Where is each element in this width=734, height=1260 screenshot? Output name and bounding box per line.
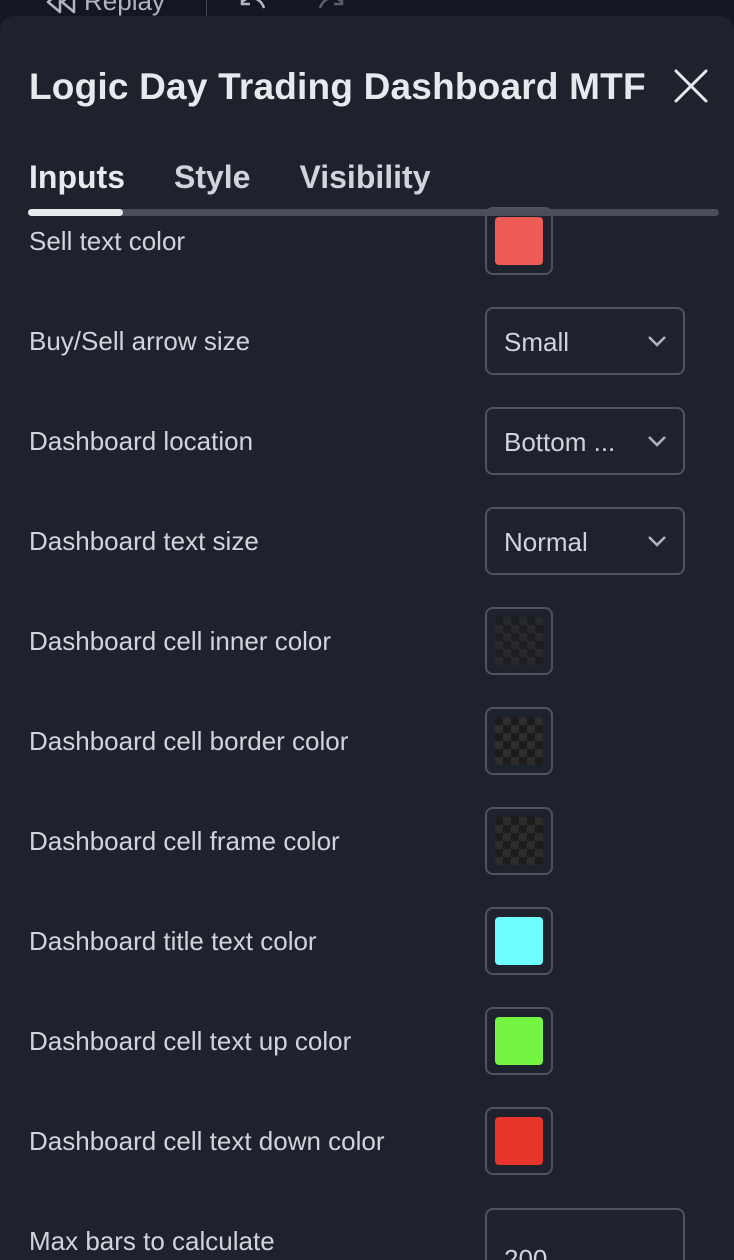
- max-bars-input[interactable]: 200: [485, 1208, 685, 1260]
- title-text-color-label: Dashboard title text color: [29, 926, 317, 956]
- undo-icon[interactable]: [238, 0, 268, 16]
- replay-button[interactable]: Replay: [44, 0, 165, 16]
- input-value: 200: [504, 1244, 548, 1260]
- dashboard-text-size-select[interactable]: Normal: [485, 507, 685, 575]
- color-fill: [495, 217, 543, 265]
- arrow-size-select[interactable]: Small: [485, 307, 685, 375]
- top-toolbar: Replay: [0, 0, 734, 16]
- rewind-icon: [46, 0, 76, 13]
- tab-bar: Inputs Style Visibility: [29, 159, 479, 196]
- tab-indicator-track: [28, 209, 719, 216]
- cell-text-up-color-label: Dashboard cell text up color: [29, 1026, 352, 1056]
- sell-text-color-swatch[interactable]: [485, 207, 553, 275]
- dashboard-text-size-label: Dashboard text size: [29, 526, 259, 556]
- max-bars-label: Max bars to calculate: [29, 1226, 275, 1256]
- color-fill: [495, 917, 543, 965]
- select-value: Small: [504, 327, 570, 357]
- color-fill: [495, 817, 543, 865]
- redo-icon[interactable]: [316, 0, 346, 16]
- cell-border-color-swatch[interactable]: [485, 707, 553, 775]
- cell-text-up-color-swatch[interactable]: [485, 1007, 553, 1075]
- cell-frame-color-swatch[interactable]: [485, 807, 553, 875]
- arrow-size-label: Buy/Sell arrow size: [29, 326, 251, 356]
- tab-style[interactable]: Style: [174, 159, 250, 196]
- select-value: Normal: [504, 527, 588, 557]
- dashboard-location-label: Dashboard location: [29, 426, 254, 456]
- color-fill: [495, 1117, 543, 1165]
- tab-inputs[interactable]: Inputs: [29, 159, 125, 196]
- chevron-down-icon: [648, 336, 666, 347]
- title-text-color-swatch[interactable]: [485, 907, 553, 975]
- color-fill: [495, 717, 543, 765]
- color-fill: [495, 617, 543, 665]
- chevron-down-icon: [648, 536, 666, 547]
- cell-frame-color-label: Dashboard cell frame color: [29, 826, 340, 856]
- cell-inner-color-swatch[interactable]: [485, 607, 553, 675]
- replay-label: Replay: [84, 0, 165, 16]
- select-value: Bottom ...: [504, 427, 616, 457]
- toolbar-divider: [206, 0, 207, 16]
- cell-inner-color-label: Dashboard cell inner color: [29, 626, 332, 656]
- dashboard-location-select[interactable]: Bottom ...: [485, 407, 685, 475]
- close-icon[interactable]: [672, 67, 710, 105]
- color-fill: [495, 1017, 543, 1065]
- cell-border-color-label: Dashboard cell border color: [29, 726, 349, 756]
- chevron-down-icon: [648, 436, 666, 447]
- dialog-title: Logic Day Trading Dashboard MTF: [29, 66, 646, 107]
- cell-text-down-color-label: Dashboard cell text down color: [29, 1126, 385, 1156]
- sell-text-color-label: Sell text color: [29, 226, 186, 256]
- indicator-settings-dialog: Logic Day Trading Dashboard MTF Inputs S…: [0, 16, 734, 1260]
- cell-text-down-color-swatch[interactable]: [485, 1107, 553, 1175]
- tab-active-indicator: [28, 209, 123, 216]
- tab-visibility[interactable]: Visibility: [299, 159, 430, 196]
